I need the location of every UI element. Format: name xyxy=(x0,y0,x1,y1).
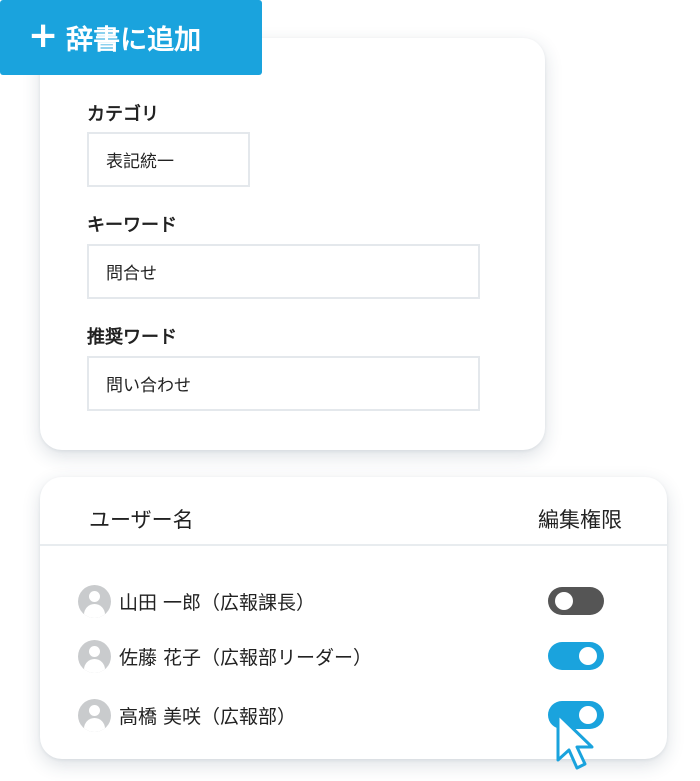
add-to-dictionary-label: 辞書に追加 xyxy=(66,25,202,56)
user-name: 高橋 美咲（広報部） xyxy=(119,705,297,728)
user-avatar-icon xyxy=(78,639,111,673)
header-divider xyxy=(40,544,667,546)
edit-permission-column-header: 編集権限 xyxy=(538,508,622,532)
dictionary-form-card: カテゴリ 表記統一 キーワード 問合せ 推奨ワード 問い合わせ xyxy=(40,38,545,450)
keyword-field[interactable]: 問合せ xyxy=(87,244,480,299)
keyword-label: キーワード xyxy=(87,215,177,236)
mouse-pointer-icon xyxy=(556,712,594,770)
category-field[interactable]: 表記統一 xyxy=(87,132,250,187)
add-to-dictionary-button[interactable]: + 辞書に追加 xyxy=(0,0,262,75)
plus-icon: + xyxy=(28,15,59,56)
user-row: 山田 一郎（広報課長） xyxy=(78,583,604,619)
category-label: カテゴリ xyxy=(87,104,159,125)
user-row: 高橋 美咲（広報部） xyxy=(78,697,604,733)
toggle-knob xyxy=(555,592,573,610)
edit-permission-toggle[interactable] xyxy=(548,642,604,670)
user-avatar-icon xyxy=(78,698,111,732)
toggle-knob xyxy=(579,647,597,665)
user-avatar-icon xyxy=(78,584,111,618)
recommended-word-label: 推奨ワード xyxy=(87,327,177,348)
user-name-column-header: ユーザー名 xyxy=(89,508,194,532)
edit-permission-toggle[interactable] xyxy=(548,587,604,615)
recommended-word-field[interactable]: 問い合わせ xyxy=(87,356,480,411)
user-name: 山田 一郎（広報課長） xyxy=(119,591,316,614)
user-name: 佐藤 花子（広報部リーダー） xyxy=(119,646,373,669)
user-row: 佐藤 花子（広報部リーダー） xyxy=(78,638,604,674)
